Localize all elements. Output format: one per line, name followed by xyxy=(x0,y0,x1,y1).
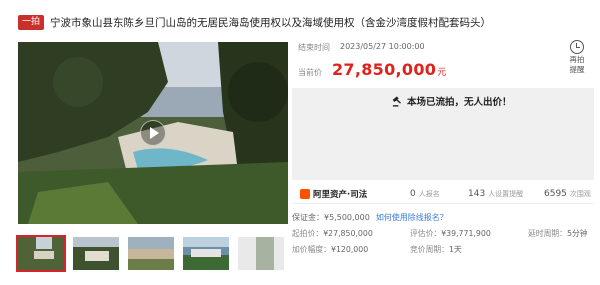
thumbnail-image xyxy=(73,237,119,270)
end-time-row: 结束时间 2023/05/27 10:00:00 xyxy=(298,42,425,53)
thumbnail-image xyxy=(238,237,284,270)
stats-row: 阿里资产·司法 0 人报名 143 人设置提醒 6595 次围观 xyxy=(292,184,594,204)
platform-name: 阿里资产·司法 xyxy=(313,189,368,200)
increment-cell: 加价幅度：¥120,000 xyxy=(292,244,368,255)
thumbnail-2[interactable] xyxy=(73,237,119,270)
appraisal-cell: 评估价：¥39,771,900 xyxy=(410,228,491,239)
reminders-stat: 143 人设置提醒 xyxy=(468,189,523,199)
re-auction-remind-button[interactable]: 再拍 提醒 xyxy=(562,40,592,74)
cycle-cell: 竞价周期：1天 xyxy=(410,244,462,255)
reminders-count: 143 xyxy=(468,188,486,199)
title-row: 一拍 宁波市象山县东陈乡旦门山岛的无居民海岛使用权以及海域使用权（含金沙湾度假村… xyxy=(18,12,594,32)
thumbnail-1[interactable] xyxy=(16,235,66,272)
thumbnail-strip xyxy=(16,235,288,273)
appraisal-value: ¥39,771,900 xyxy=(441,229,491,238)
auction-status: 本场已流拍，无人出价！ xyxy=(392,94,512,108)
gavel-icon xyxy=(392,95,401,107)
thumbnail-3[interactable] xyxy=(128,237,174,270)
cycle-label: 竞价周期： xyxy=(410,245,449,254)
main-photo[interactable] xyxy=(18,42,288,224)
deposit-row: 保证金：¥5,500,000 如何使用除线报名？ xyxy=(292,212,448,223)
start-price-value: ¥27,850,000 xyxy=(323,229,373,238)
thumbnail-image xyxy=(128,237,174,270)
start-price-cell: 起拍价：¥27,850,000 xyxy=(292,228,373,239)
delay-label: 延时周期： xyxy=(528,229,567,238)
thumbnail-5[interactable] xyxy=(238,237,284,270)
start-price-label: 起拍价： xyxy=(292,229,324,238)
deposit-label: 保证金： xyxy=(292,213,324,222)
views-stat: 6595 次围观 xyxy=(544,189,591,199)
currency-unit: 元 xyxy=(437,68,447,78)
increment-label: 加价幅度： xyxy=(292,245,331,254)
signups-count: 0 xyxy=(410,188,416,199)
play-video-button[interactable] xyxy=(140,120,166,146)
auction-status-box: 本场已流拍，无人出价！ xyxy=(292,88,594,180)
current-price-value: 27,850,000 xyxy=(332,60,437,79)
auction-round-badge: 一拍 xyxy=(18,14,45,30)
platform-logo: 阿里资产·司法 xyxy=(300,188,367,200)
current-price-label: 当前价 xyxy=(298,68,322,77)
increment-value: ¥120,000 xyxy=(330,245,369,254)
auction-status-text: 本场已流拍，无人出价！ xyxy=(407,97,512,108)
reminders-label: 人设置提醒 xyxy=(488,189,524,198)
alibaba-asset-icon xyxy=(300,188,310,199)
play-icon xyxy=(150,127,159,139)
signups-stat: 0 人报名 xyxy=(410,189,440,199)
how-to-signup-link[interactable]: 如何使用除线报名？ xyxy=(376,212,448,223)
remind-label-1: 再拍 xyxy=(569,55,585,64)
deposit-value: ¥5,500,000 xyxy=(324,213,370,222)
thumbnail-image xyxy=(18,237,64,270)
signups-label: 人报名 xyxy=(418,189,440,198)
thumbnail-image xyxy=(183,237,229,270)
cycle-value: 1天 xyxy=(448,245,462,254)
alarm-clock-icon xyxy=(570,40,584,54)
appraisal-label: 评估价： xyxy=(410,229,442,238)
delay-cell: 延时周期：5分钟 xyxy=(528,228,588,239)
thumbnail-4[interactable] xyxy=(183,237,229,270)
remind-label-2: 提醒 xyxy=(569,65,585,74)
end-time-value: 2023/05/27 10:00:00 xyxy=(340,42,425,51)
delay-value: 5分钟 xyxy=(566,229,588,238)
end-time-label: 结束时间 xyxy=(298,43,330,52)
views-label: 次围观 xyxy=(569,189,591,198)
views-count: 6595 xyxy=(544,188,567,199)
current-price-row: 当前价 27,850,000元 xyxy=(298,60,446,79)
page-title: 宁波市象山县东陈乡旦门山岛的无居民海岛使用权以及海域使用权（含金沙湾度假村配套码… xyxy=(50,16,492,29)
